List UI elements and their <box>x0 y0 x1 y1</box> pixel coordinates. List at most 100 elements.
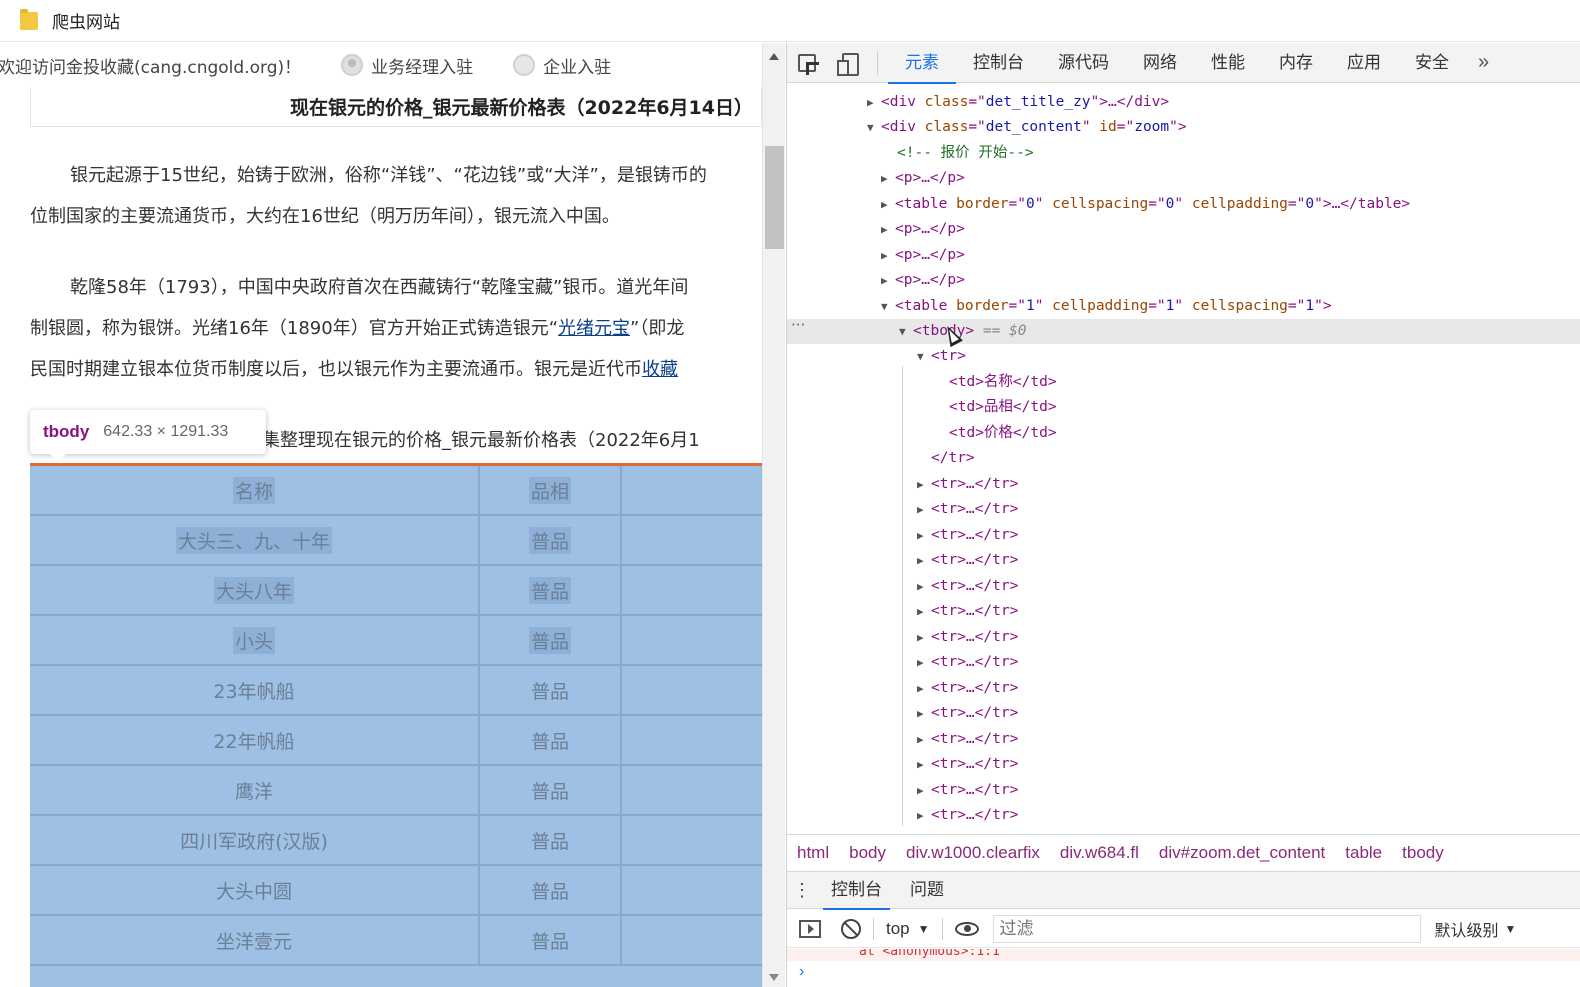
tab-elements[interactable]: 元素 <box>888 43 956 84</box>
breadcrumb-w684[interactable]: div.w684.fl <box>1060 843 1139 863</box>
console-sidebar-icon[interactable] <box>799 919 821 938</box>
manager-link[interactable]: 业务经理入驻 <box>341 53 473 78</box>
table-row: 大头中圆 普品 <box>30 866 762 916</box>
node-text: <tr>…</tr> <box>931 705 1019 721</box>
cell-grade: 普品 <box>530 730 569 753</box>
dom-node-p[interactable]: ▶ <p>…</p> <box>787 166 1580 191</box>
highlighted-tbody[interactable]: 名称 品相 大头三、九、十年 普品 大头八年 普品 小头 普品 23年帆船 普品… <box>30 463 785 987</box>
device-icon <box>837 52 859 76</box>
dom-node-tr[interactable]: ▶ <tr>…</tr> <box>787 599 1580 624</box>
para1-line2: 位制国家的主要流通货币，大约在16世纪（明万历年间），银元流入中国。 <box>30 206 620 227</box>
dom-node-tr[interactable]: ▶ <tr>…</tr> <box>787 727 1580 752</box>
cell-name: 名称 <box>232 476 275 504</box>
cell-name: 鹰洋 <box>234 780 273 803</box>
attr-value: 0 <box>1025 196 1035 212</box>
site-top-bar: 欢迎访问金投收藏(cang.cngold.org)！ 业务经理入驻 企业入驻 <box>0 43 762 87</box>
guangxu-link[interactable]: 光绪元宝 <box>558 318 630 339</box>
welcome-text: 欢迎访问金投收藏(cang.cngold.org)！ <box>0 57 302 78</box>
tab-performance[interactable]: 性能 <box>1194 43 1262 83</box>
attr-name: cellspacing <box>1052 196 1149 212</box>
dom-node-tr[interactable]: ▶ <tr>…</tr> <box>787 650 1580 675</box>
breadcrumb-zoom[interactable]: div#zoom.det_content <box>1159 843 1325 863</box>
dom-node-tr[interactable]: ▶ <tr>…</tr> <box>787 752 1580 777</box>
dom-node-tr[interactable]: ▼ <tr> <box>787 344 1580 369</box>
node-text: <tr>…</tr> <box>931 731 1019 747</box>
breadcrumb-tbody[interactable]: tbody <box>1402 843 1444 863</box>
drawer-tab-issues[interactable]: 问题 <box>896 871 958 909</box>
dom-node-p[interactable]: ▶ <p>…</p> <box>787 268 1580 293</box>
breadcrumb-table[interactable]: table <box>1345 843 1382 863</box>
tab-sources[interactable]: 源代码 <box>1041 43 1126 83</box>
dom-node-tr[interactable]: ▶ <tr>…</tr> <box>787 778 1580 803</box>
drawer-tab-console[interactable]: 控制台 <box>817 871 896 910</box>
context-value: top <box>886 918 910 938</box>
dom-node-td[interactable]: <td>价格</td> <box>787 421 1580 446</box>
attr-value: det_content <box>985 119 1082 135</box>
eye-icon[interactable] <box>954 921 979 936</box>
bookmark-folder-label[interactable]: 爬虫网站 <box>52 8 120 33</box>
node-text: <tr>…</tr> <box>931 807 1019 823</box>
device-toggle-button[interactable] <box>827 43 867 83</box>
kebab-menu-icon[interactable]: ⋮ <box>787 880 817 901</box>
dom-node-tr[interactable]: ▶ <tr>…</tr> <box>787 625 1580 650</box>
tab-memory[interactable]: 内存 <box>1262 43 1330 83</box>
inspect-button[interactable] <box>787 43 827 83</box>
dom-node-tr[interactable]: ▶ <tr>…</tr> <box>787 803 1580 828</box>
dom-node-table1[interactable]: ▶ <table border="0" cellspacing="0" cellp… <box>787 192 1580 217</box>
dom-comment[interactable]: <!-- 报价 开始--> <box>787 141 1580 166</box>
tab-application[interactable]: 应用 <box>1330 43 1398 83</box>
tab-network[interactable]: 网络 <box>1126 43 1194 83</box>
breadcrumb-body[interactable]: body <box>849 843 886 863</box>
para2-line1: 乾隆58年（1793），中国中央政府首次在西藏铸行“乾隆宝藏”银币。道光年间 <box>70 277 689 298</box>
console-toolbar: top ▼ 默认级别 ▼ <box>787 910 1580 948</box>
table-row: 22年帆船 普品 <box>30 716 762 766</box>
company-link[interactable]: 企业入驻 <box>513 53 611 78</box>
context-select[interactable]: top ▼ <box>886 919 930 939</box>
attr-name: id <box>1099 119 1117 135</box>
dom-node-tr[interactable]: ▶ <tr>…</tr> <box>787 523 1580 548</box>
scroll-up-icon[interactable] <box>769 53 779 60</box>
dom-node-title[interactable]: ▶ <div class="det_title_zy">…</div> <box>787 90 1580 115</box>
dom-node-tr[interactable]: ▶ <tr>…</tr> <box>787 472 1580 497</box>
node-text: <tr>…</tr> <box>931 603 1019 619</box>
dom-node-p[interactable]: ▶ <p>…</p> <box>787 217 1580 242</box>
dom-node-tr[interactable]: ▶ <tr>…</tr> <box>787 676 1580 701</box>
scroll-down-icon[interactable] <box>769 974 779 981</box>
para2-line2-tail: ”（即龙 <box>630 318 685 339</box>
dom-node-p[interactable]: ▶ <p>…</p> <box>787 243 1580 268</box>
breadcrumb-w1000[interactable]: div.w1000.clearfix <box>906 843 1040 863</box>
node-text: <tr> <box>931 348 966 364</box>
console-prompt-icon[interactable]: › <box>799 963 804 981</box>
dom-node-tbody[interactable]: ▼ <tbody> == $0 <box>787 319 1580 344</box>
paragraph-2: 乾隆58年（1793），中国中央政府首次在西藏铸行“乾隆宝藏”银币。道光年间 制… <box>30 267 762 390</box>
cell-grade: 普品 <box>530 680 569 703</box>
tab-console[interactable]: 控制台 <box>956 43 1041 83</box>
attr-name: cellspacing <box>1191 298 1288 314</box>
node-actions-icon[interactable]: ··· <box>791 316 805 334</box>
node-text: <p>…</p> <box>895 272 965 288</box>
table-row: 大头八年 普品 <box>30 566 762 616</box>
dom-node-tr[interactable]: ▶ <tr>…</tr> <box>787 497 1580 522</box>
cell-grade: 普品 <box>528 626 571 654</box>
dom-node-table2[interactable]: ▼ <table border="1" cellpadding="1" cells… <box>787 294 1580 319</box>
attr-name: border <box>956 298 1009 314</box>
breadcrumb-html[interactable]: html <box>797 843 829 863</box>
dom-node-td[interactable]: <td>名称</td> <box>787 370 1580 395</box>
dom-node-tr[interactable]: ▶ <tr>…</tr> <box>787 548 1580 573</box>
dom-node-tr-close[interactable]: </tr> <box>787 446 1580 471</box>
dom-node-content[interactable]: ▼ <div class="det_content" id="zoom"> <box>787 115 1580 140</box>
scroll-thumb[interactable] <box>765 146 784 249</box>
console-filter-input[interactable] <box>992 914 1421 943</box>
dom-node-tr[interactable]: ▶ <tr>…</tr> <box>787 701 1580 726</box>
dom-node-tr[interactable]: ▶ <tr>…</tr> <box>787 574 1580 599</box>
collection-link[interactable]: 收藏 <box>642 359 678 380</box>
attr-value: zoom <box>1134 119 1170 135</box>
tab-security[interactable]: 安全 <box>1398 43 1466 83</box>
more-tabs-icon[interactable]: » <box>1478 51 1489 74</box>
table-row: 大头三、九、十年 普品 <box>30 516 762 566</box>
log-level-select[interactable]: 默认级别 ▼ <box>1435 917 1517 941</box>
page-scrollbar[interactable] <box>762 43 785 987</box>
clear-console-icon[interactable] <box>841 918 861 939</box>
manager-link-label: 业务经理入驻 <box>371 57 474 78</box>
dom-node-td[interactable]: <td>品相</td> <box>787 395 1580 420</box>
